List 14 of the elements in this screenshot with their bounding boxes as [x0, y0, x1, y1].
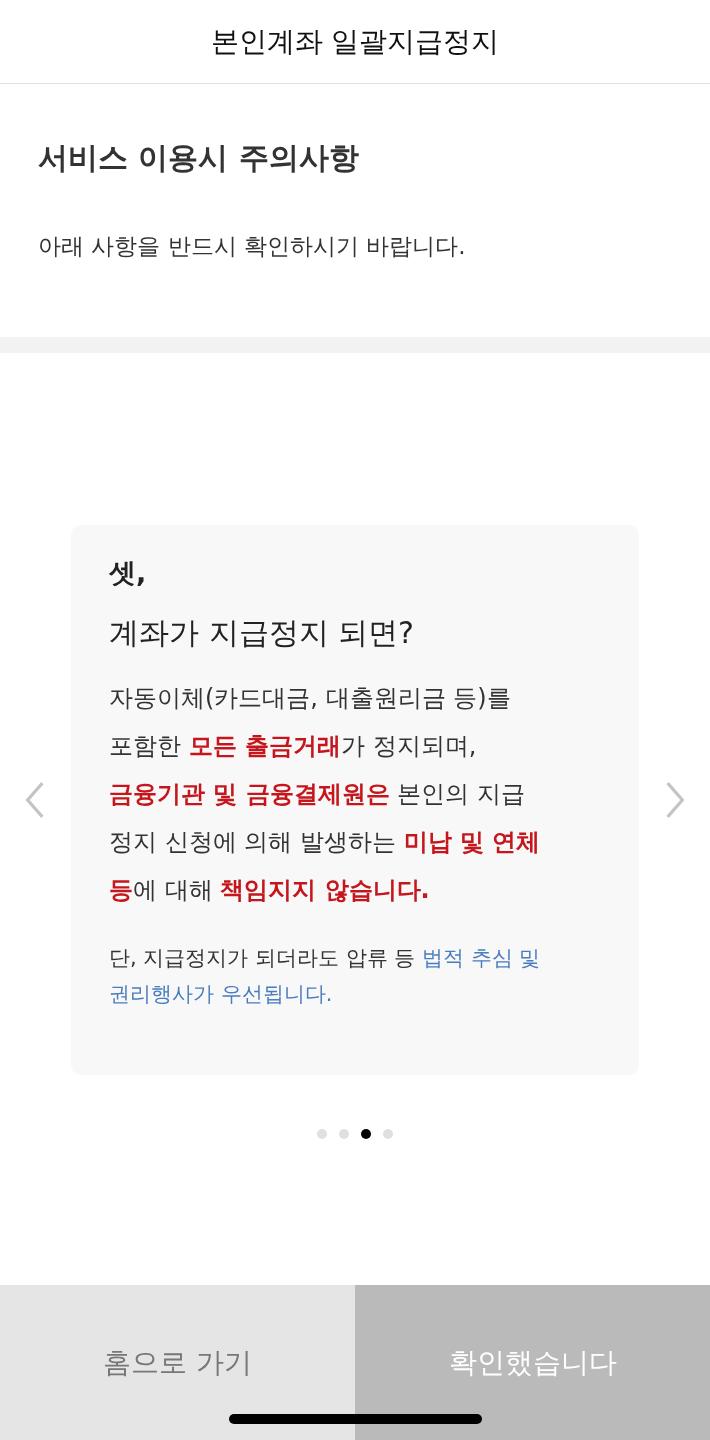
chevron-left-icon[interactable]: [24, 781, 46, 819]
chevron-right-icon[interactable]: [664, 781, 686, 819]
pager-dot[interactable]: [361, 1129, 371, 1139]
instruction-text: 아래 사항을 반드시 확인하시기 바랍니다.: [38, 232, 467, 261]
section-title: 서비스 이용시 주의사항: [38, 139, 360, 177]
pager-dot[interactable]: [317, 1129, 327, 1139]
pager-dot[interactable]: [339, 1129, 349, 1139]
card-note-text: 단, 지급정지가 되더라도 압류 등 법적 추심 및 권리행사가 우선됩니다.: [109, 945, 542, 1008]
pager-dot[interactable]: [383, 1129, 393, 1139]
card-eyebrow: 셋,: [109, 556, 148, 590]
action-button[interactable]: 홈으로 가기: [0, 1285, 355, 1440]
card-heading: 계좌가 지급정지 되면?: [109, 614, 415, 652]
page-title: 본인계좌 일괄지급정지: [210, 23, 500, 60]
card-body-text: 자동이체(카드대금, 대출원리금 등)를 포함한 모든 출금거래가 정지되며, 금융기관 및 금융결제원은 본인의 지급 정지 신청에 의해 발생하는 미납 및 연체 등에 대해 책임지지 않습니다.: [109, 683, 542, 906]
